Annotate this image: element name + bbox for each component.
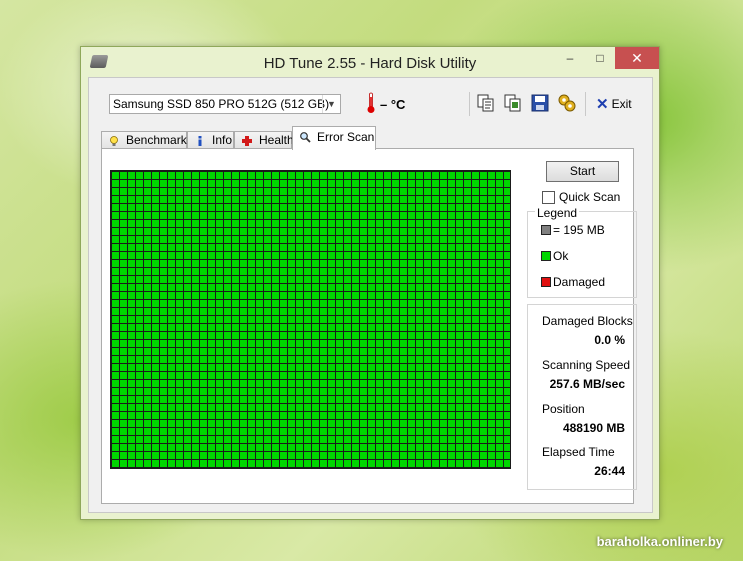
legend-item-ok: Ok: [541, 249, 568, 263]
exit-x-icon: ✕: [596, 95, 609, 113]
save-icon[interactable]: [529, 92, 551, 114]
legend-swatch: [541, 225, 551, 235]
legend-item-damaged: Damaged: [541, 275, 605, 289]
legend-group: Legend = 195 MB Ok Damaged: [527, 206, 637, 298]
tab-error-scan[interactable]: Error Scan: [292, 126, 376, 150]
watermark: baraholka.onliner.by: [596, 534, 723, 549]
scan-statistics: Damaged Blocks 0.0 % Scanning Speed 257.…: [527, 304, 637, 490]
toolbar-separator: [469, 92, 470, 116]
tab-benchmark[interactable]: Benchmark: [101, 131, 187, 149]
tab-label: Info: [212, 133, 233, 147]
health-cross-icon: [242, 136, 252, 146]
scanning-speed-label: Scanning Speed: [542, 358, 631, 372]
legend-label: Damaged: [553, 275, 606, 289]
thermometer-icon: [367, 92, 375, 113]
quick-scan-option[interactable]: Quick Scan: [542, 189, 620, 205]
legend-label: = 195 MB: [553, 223, 605, 237]
toolbar-separator: [585, 92, 586, 116]
maximize-button[interactable]: □: [585, 47, 615, 69]
quick-scan-checkbox[interactable]: [542, 190, 555, 204]
exit-button[interactable]: ✕ Exit: [596, 94, 632, 114]
info-icon: [198, 136, 202, 146]
legend-swatch: [541, 277, 551, 287]
drive-select-value: Samsung SSD 850 PRO 512G (512 GB): [113, 97, 330, 111]
tab-label: Benchmark: [126, 133, 187, 147]
close-button[interactable]: ✕: [615, 47, 659, 69]
copy-text-icon[interactable]: [475, 92, 497, 114]
exit-label: Exit: [611, 97, 632, 111]
copy-screenshot-icon[interactable]: [502, 92, 524, 114]
tab-label: Health: [259, 133, 294, 147]
client-area: Samsung SSD 850 PRO 512G (512 GB) ▼ – °C: [88, 77, 653, 513]
drive-select[interactable]: Samsung SSD 850 PRO 512G (512 GB) ▼: [109, 94, 341, 114]
magnifier-icon: [300, 132, 311, 143]
quick-scan-label: Quick Scan: [559, 190, 621, 204]
toolbar: Samsung SSD 850 PRO 512G (512 GB) ▼ – °C: [89, 78, 652, 126]
legend-label: Ok: [553, 249, 569, 263]
temperature-readout: – °C: [380, 97, 406, 112]
damaged-blocks-value: 0.0 %: [594, 333, 625, 347]
legend-swatch: [541, 251, 551, 261]
elapsed-time-value: 26:44: [594, 464, 625, 478]
elapsed-time-label: Elapsed Time: [542, 445, 615, 459]
scanning-speed-value: 257.6 MB/sec: [549, 377, 625, 391]
legend-item-block-size: = 195 MB: [541, 223, 605, 237]
app-window: HD Tune 2.55 - Hard Disk Utility – □ ✕ S…: [80, 46, 660, 520]
legend-title: Legend: [535, 206, 580, 220]
lightbulb-icon: [110, 136, 118, 146]
scan-block-map: [110, 170, 511, 469]
title-bar[interactable]: HD Tune 2.55 - Hard Disk Utility – □ ✕: [81, 47, 659, 77]
chevron-down-icon[interactable]: ▼: [322, 95, 340, 113]
options-icon[interactable]: [556, 92, 578, 114]
start-button[interactable]: Start: [546, 161, 619, 182]
tab-info[interactable]: Info: [187, 131, 234, 149]
minimize-button[interactable]: –: [555, 47, 585, 69]
position-label: Position: [542, 402, 585, 416]
tab-label: Error Scan: [317, 130, 375, 144]
tab-health[interactable]: Health: [234, 131, 294, 149]
damaged-blocks-label: Damaged Blocks: [542, 314, 633, 328]
position-value: 488190 MB: [562, 421, 625, 435]
error-scan-panel: Start Quick Scan Legend = 195 MB Ok Dama…: [101, 148, 637, 504]
